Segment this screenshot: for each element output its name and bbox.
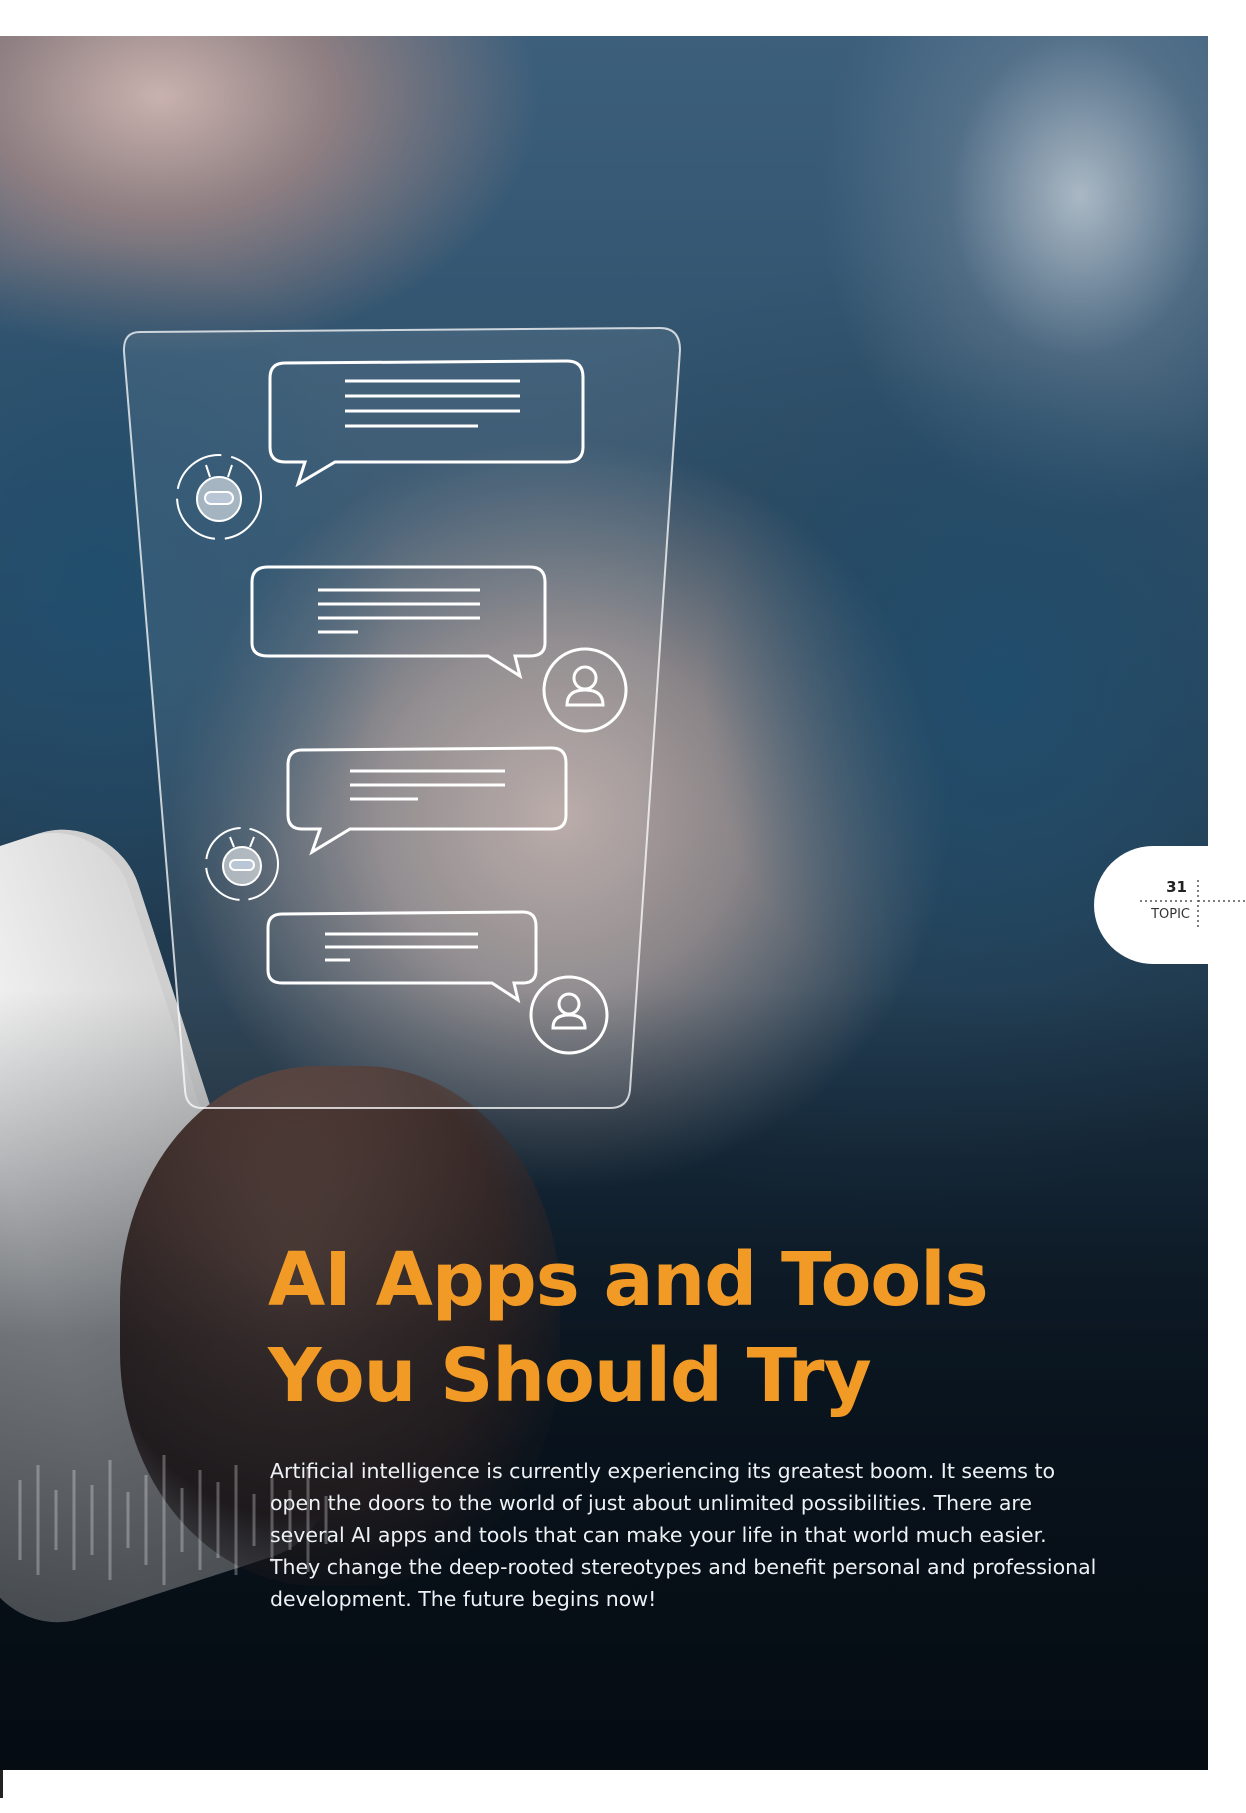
- page-tab-dotted-lines: [1140, 880, 1246, 930]
- section-label: TOPIC: [1151, 907, 1190, 922]
- crop-mark: [0, 1770, 3, 1798]
